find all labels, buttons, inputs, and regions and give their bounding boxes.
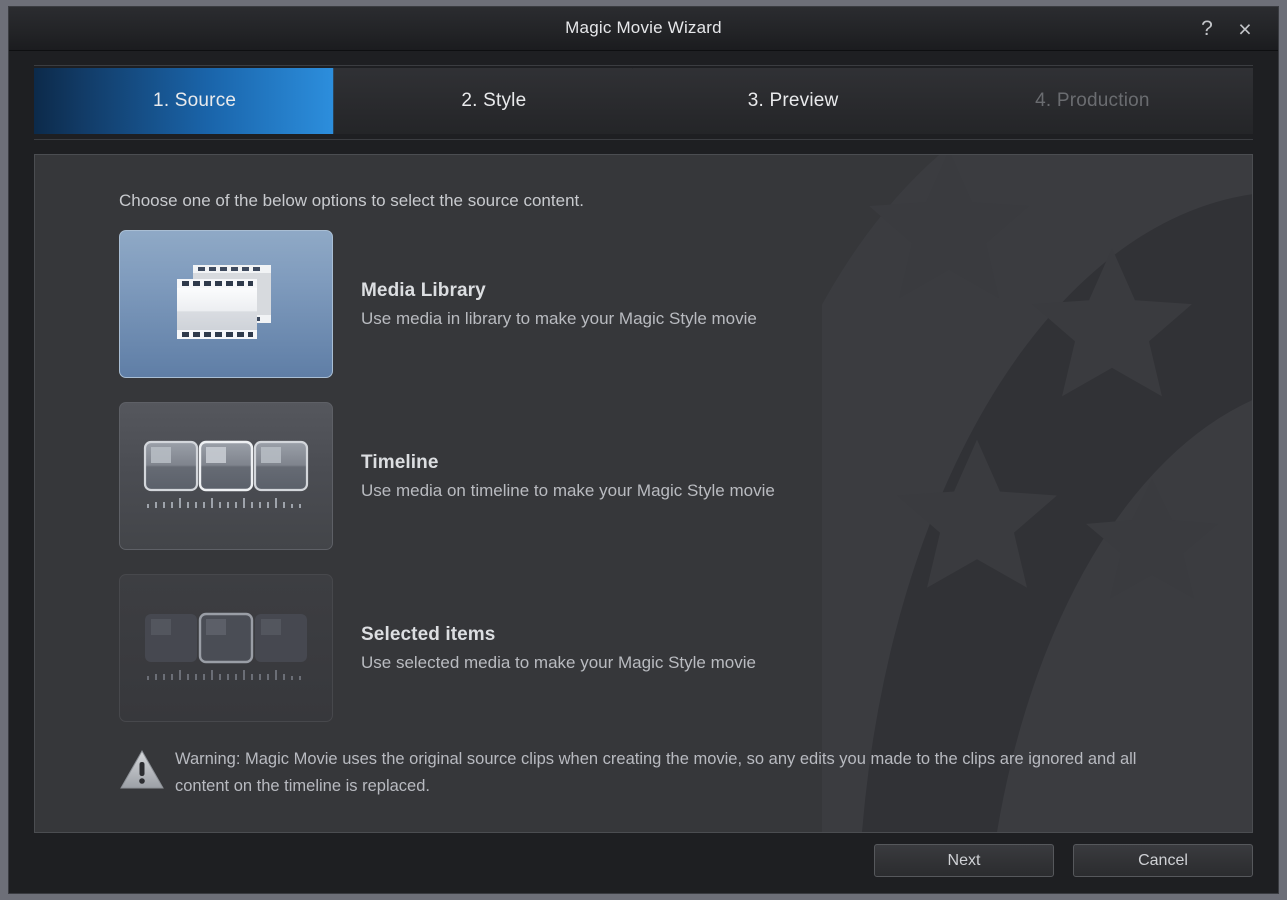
step-tab-preview-label: 3. Preview [747,90,839,111]
option-media-library-text: Media Library Use media in library to ma… [333,230,757,329]
option-media-library-desc: Use media in library to make your Magic … [361,309,757,328]
timeline-clips-icon [120,434,332,518]
option-selected-items-tile[interactable] [119,574,333,722]
option-selected-items-text: Selected items Use selected media to mak… [333,574,756,673]
step-tab-style[interactable]: 2. Style [333,68,654,134]
footer: Next Cancel [9,833,1278,893]
steps-rail-top [34,65,1253,66]
option-selected-items-desc: Use selected media to make your Magic St… [361,653,756,672]
option-media-library-title: Media Library [361,280,486,301]
option-selected-items[interactable]: Selected items Use selected media to mak… [119,574,1252,722]
wizard-steps: 1. Source 2. Style 3. Preview 4. Product… [34,65,1253,140]
step-tab-production-label: 4. Production [1035,90,1150,111]
option-timeline-title: Timeline [361,452,439,473]
option-selected-items-title: Selected items [361,624,496,645]
content-panel: Choose one of the below options to selec… [34,154,1253,833]
step-tab-style-label: 2. Style [461,90,527,111]
option-media-library[interactable]: Media Library Use media in library to ma… [119,230,1252,378]
close-icon[interactable]: × [1230,15,1260,43]
option-timeline-tile[interactable] [119,402,333,550]
cancel-button[interactable]: Cancel [1073,844,1253,877]
wizard-window: Magic Movie Wizard ? × 1. Source 2. Styl… [8,6,1279,894]
warning-text: Warning: Magic Movie uses the original s… [175,750,1137,795]
step-tab-source-label: 1. Source [153,90,237,111]
warning-row: Warning: Magic Movie uses the original s… [119,746,1252,799]
step-tab-preview[interactable]: 3. Preview [633,68,954,134]
warning-triangle-icon [119,746,175,797]
steps-rail-bottom [34,139,1253,140]
panel-content: Choose one of the below options to selec… [35,155,1252,799]
help-icon[interactable]: ? [1192,15,1222,43]
step-tab-production: 4. Production [931,68,1253,134]
next-button[interactable]: Next [874,844,1054,877]
option-timeline-desc: Use media on timeline to make your Magic… [361,481,775,500]
option-timeline[interactable]: Timeline Use media on timeline to make y… [119,402,1252,550]
title-bar: Magic Movie Wizard ? × [9,7,1278,51]
option-media-library-tile[interactable] [119,230,333,378]
selected-clip-icon [120,606,332,690]
window-title: Magic Movie Wizard [565,18,722,37]
film-strip-icon [120,261,332,347]
intro-text: Choose one of the below options to selec… [119,191,584,210]
step-tab-source[interactable]: 1. Source [34,68,355,134]
option-timeline-text: Timeline Use media on timeline to make y… [333,402,775,501]
